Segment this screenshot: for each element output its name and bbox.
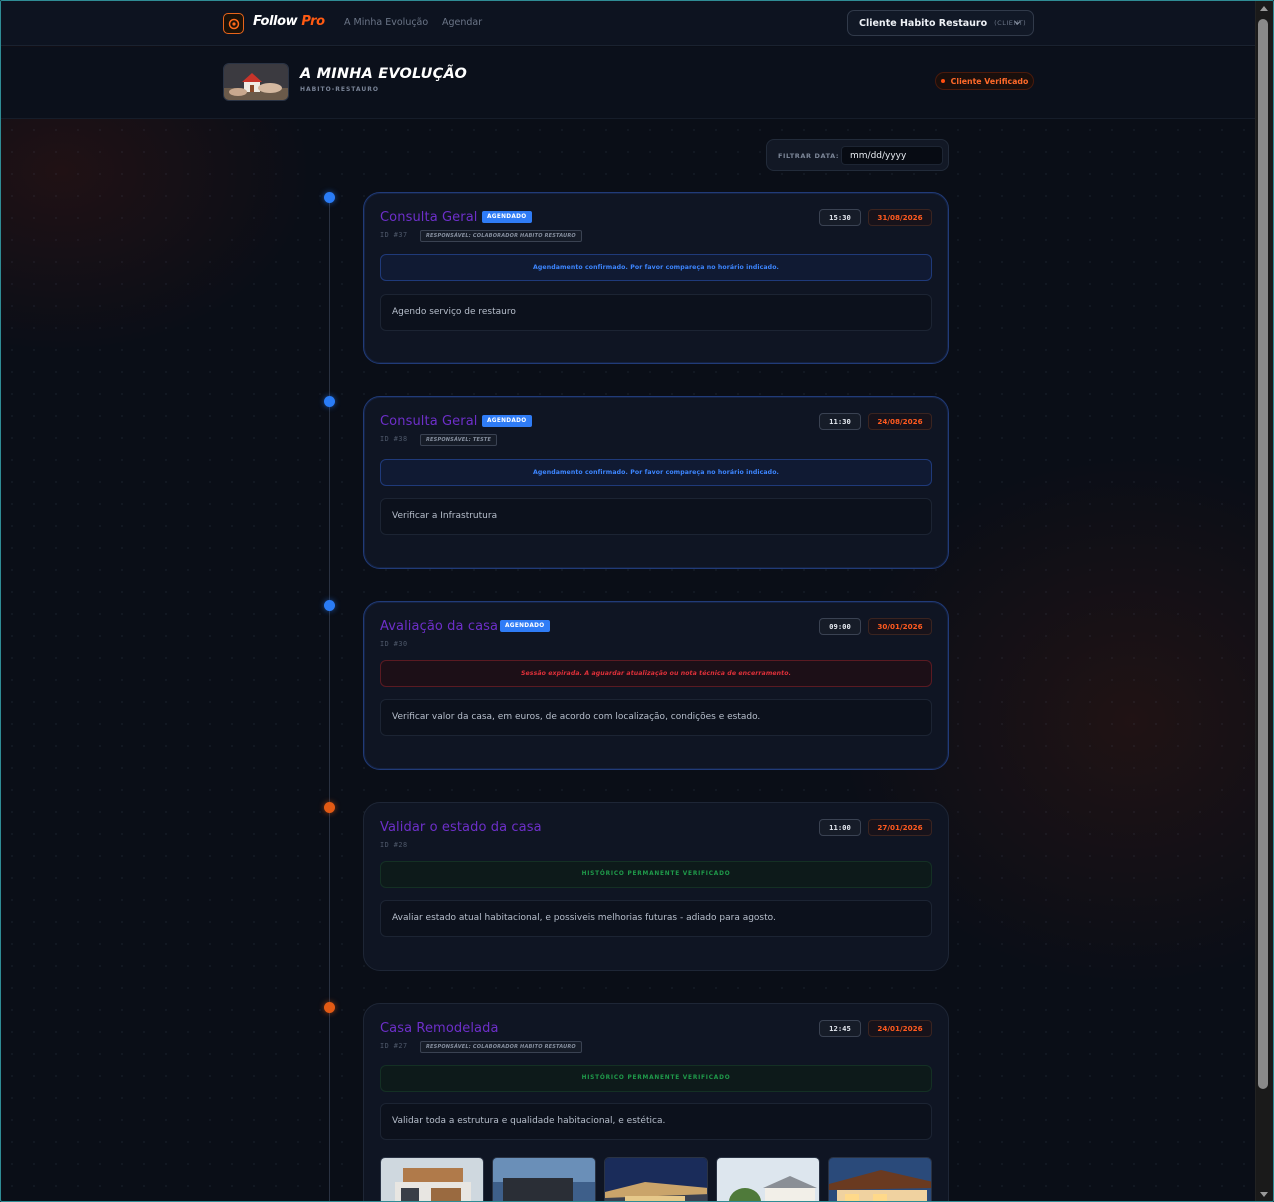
date-badge: 31/08/2026 <box>868 209 932 226</box>
time-badge: 12:45 <box>819 1020 861 1037</box>
responsible-tag: RESPONSÁVEL: TESTE <box>420 434 498 446</box>
gallery-photo[interactable] <box>492 1157 596 1201</box>
gallery-photo[interactable] <box>828 1157 932 1201</box>
card-title: Consulta Geral <box>380 210 478 225</box>
brand-logo-icon[interactable] <box>223 13 244 34</box>
card-description: Agendo serviço de restauro <box>380 294 932 331</box>
card-title: Validar o estado da casa <box>380 820 542 835</box>
card-title: Avaliação da casa <box>380 619 499 634</box>
date-badge: 30/01/2026 <box>868 618 932 635</box>
time-badge: 11:30 <box>819 413 861 430</box>
status-notice: Sessão expirada. A aguardar atualização … <box>380 660 932 687</box>
page-subtitle: HABITO-RESTAURO <box>300 86 379 93</box>
status-notice: HISTÓRICO PERMANENTE VERIFICADO <box>380 1065 932 1092</box>
timeline-dot <box>324 1002 335 1013</box>
date-badge: 27/01/2026 <box>868 819 932 836</box>
date-filter-input[interactable]: mm/dd/yyyy <box>841 146 943 165</box>
brand-name[interactable]: Follow Pro <box>253 14 325 29</box>
timeline-card[interactable]: Consulta Geral AGENDADO ID #38 RESPONSÁV… <box>363 396 949 569</box>
status-badge: AGENDADO <box>500 620 550 632</box>
card-id: ID #38 <box>380 435 408 443</box>
card-id: ID #37 <box>380 231 408 239</box>
card-id: ID #30 <box>380 640 408 648</box>
gallery-photo[interactable] <box>716 1157 820 1201</box>
timeline-dot <box>324 802 335 813</box>
timeline-card[interactable]: Avaliação da casa AGENDADO ID #30 09:00 … <box>363 601 949 770</box>
date-badge: 24/01/2026 <box>868 1020 932 1037</box>
scroll-up-icon[interactable] <box>1260 6 1268 11</box>
card-description: Avaliar estado atual habitacional, e pos… <box>380 900 932 937</box>
status-badge: AGENDADO <box>482 211 532 223</box>
gallery-photo[interactable] <box>604 1157 708 1201</box>
card-title: Consulta Geral <box>380 414 478 429</box>
time-badge: 11:00 <box>819 819 861 836</box>
chevron-down-icon <box>1014 21 1021 25</box>
status-badge: AGENDADO <box>482 415 532 427</box>
scroll-down-icon[interactable] <box>1260 1192 1268 1197</box>
app-window: Follow Pro A Minha Evolução Agendar Clie… <box>0 0 1274 1202</box>
scrollbar-thumb[interactable] <box>1258 19 1268 1089</box>
filter-label: FILTRAR DATA: <box>778 152 840 160</box>
card-description: Validar toda a estrutura e qualidade hab… <box>380 1103 932 1140</box>
timeline-card[interactable]: Casa Remodelada ID #27 RESPONSÁVEL: COLA… <box>363 1003 949 1201</box>
card-id: ID #27 <box>380 1042 408 1050</box>
client-name: Cliente Habito Restauro <box>859 17 988 29</box>
timeline-dot <box>324 600 335 611</box>
card-description: Verificar valor da casa, em euros, de ac… <box>380 699 932 736</box>
gallery-photo[interactable] <box>380 1157 484 1201</box>
date-filter: FILTRAR DATA: mm/dd/yyyy <box>766 139 949 171</box>
client-selector[interactable]: Cliente Habito Restauro (CLIENT) <box>847 10 1034 36</box>
nav-link-evolucao[interactable]: A Minha Evolução <box>344 17 428 28</box>
top-navbar: Follow Pro A Minha Evolução Agendar Clie… <box>1 1 1255 46</box>
verified-badge: Cliente Verificado <box>935 72 1034 90</box>
time-badge: 15:30 <box>819 209 861 226</box>
status-notice: HISTÓRICO PERMANENTE VERIFICADO <box>380 861 932 888</box>
photo-gallery <box>380 1157 932 1201</box>
timeline-card[interactable]: Consulta Geral AGENDADO ID #37 RESPONSÁV… <box>363 192 949 364</box>
profile-thumbnail <box>223 63 289 101</box>
status-notice: Agendamento confirmado. Por favor compar… <box>380 459 932 486</box>
responsible-tag: RESPONSÁVEL: COLABORADOR HABITO RESTAURO <box>420 230 582 242</box>
responsible-tag: RESPONSÁVEL: COLABORADOR HABITO RESTAURO <box>420 1041 582 1053</box>
page-title: A MINHA EVOLUÇÃO <box>300 66 467 82</box>
date-badge: 24/08/2026 <box>868 413 932 430</box>
timeline-card[interactable]: Validar o estado da casa ID #28 11:00 27… <box>363 802 949 971</box>
verified-label: Cliente Verificado <box>950 76 1029 86</box>
timeline-line <box>329 197 330 1201</box>
nav-link-agendar[interactable]: Agendar <box>442 17 482 28</box>
timeline-dot <box>324 396 335 407</box>
page-header: A MINHA EVOLUÇÃO HABITO-RESTAURO Cliente… <box>1 47 1255 119</box>
card-title: Casa Remodelada <box>380 1021 499 1036</box>
status-notice: Agendamento confirmado. Por favor compar… <box>380 254 932 281</box>
card-id: ID #28 <box>380 841 408 849</box>
card-description: Verificar a Infrastrutura <box>380 498 932 535</box>
time-badge: 09:00 <box>819 618 861 635</box>
status-dot-icon <box>940 79 945 83</box>
timeline-dot <box>324 192 335 203</box>
